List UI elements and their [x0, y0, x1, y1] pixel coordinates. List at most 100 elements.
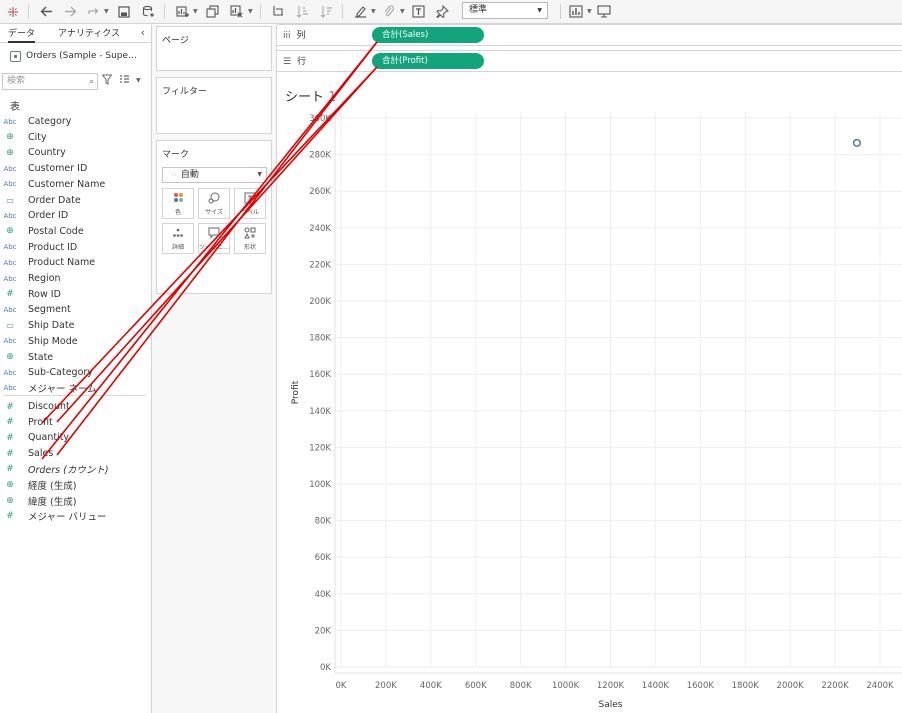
dimension-field[interactable]: Abc Category	[0, 114, 150, 129]
new-sheet-icon[interactable]	[174, 3, 190, 20]
rows-shelf[interactable]: ☰ 行 合計(Profit)	[277, 50, 902, 72]
x-tick-label: 2400K	[866, 681, 894, 691]
marks-detail-button[interactable]: 詳細	[162, 223, 194, 254]
y-tick-label: 160K	[309, 370, 331, 380]
mark-type-value: 自動	[180, 170, 199, 180]
view-options-icon[interactable]	[119, 74, 130, 87]
string-type-icon: Abc	[3, 305, 17, 314]
dimension-field[interactable]: # Row ID	[0, 287, 150, 302]
y-tick-label: 240K	[309, 224, 331, 234]
dimension-field[interactable]: ⊕ Postal Code	[0, 224, 150, 239]
filters-card[interactable]: フィルター	[156, 77, 272, 134]
measure-field[interactable]: # Profit	[0, 415, 150, 430]
cards-pane: ページ フィルター マーク ⁘ 自動 ▼ 色 サイズ ラベル 詳細 ツールヒ… …	[152, 25, 277, 713]
measure-field[interactable]: # Quantity	[0, 430, 150, 445]
dimension-field[interactable]: Abc Product ID	[0, 240, 150, 255]
dimension-field[interactable]: Abc Sub-Category	[0, 365, 150, 380]
dimension-field[interactable]: ⊕ State	[0, 350, 150, 365]
collapse-pane-icon[interactable]: ‹	[141, 26, 145, 39]
measure-field[interactable]: # Sales	[0, 446, 150, 461]
field-name: Segment	[28, 304, 71, 316]
y-tick-label: 60K	[315, 553, 332, 563]
field-name: Product Name	[28, 257, 96, 269]
y-axis-title[interactable]: Profit	[291, 380, 301, 404]
dimension-field[interactable]: Abc Segment	[0, 302, 150, 317]
clear-sheet-icon[interactable]	[228, 3, 244, 20]
field-name: 緯度 (生成)	[28, 496, 77, 508]
search-icon: ⌕	[88, 77, 94, 87]
label-icon[interactable]	[410, 3, 426, 20]
dimension-field[interactable]: Abc Region	[0, 271, 150, 286]
datasource-item[interactable]: Orders (Sample - Supe…	[0, 47, 152, 65]
columns-shelf[interactable]: iii 列 合計(Sales)	[277, 24, 902, 46]
marks-card: マーク ⁘ 自動 ▼ 色 サイズ ラベル 詳細 ツールヒ… 形状	[156, 140, 272, 294]
search-placeholder: 検索	[7, 76, 26, 86]
fit-select[interactable]: 標準 ▼	[462, 2, 548, 19]
field-name: メジャー バリュー	[28, 512, 107, 524]
columns-pill-sales[interactable]: 合計(Sales)	[372, 27, 484, 43]
marks-tooltip-button[interactable]: ツールヒ…	[198, 223, 230, 254]
dimension-field[interactable]: ▭ Order Date	[0, 193, 150, 208]
mark-type-select[interactable]: ⁘ 自動 ▼	[162, 167, 267, 183]
measure-field[interactable]: ⊕ 経度 (生成)	[0, 478, 150, 493]
search-row: 検索 ⌕ ▼	[2, 73, 150, 90]
dimension-field[interactable]: Abc Order ID	[0, 208, 150, 223]
dimension-field[interactable]: Abc Product Name	[0, 255, 150, 270]
marks-label-button[interactable]: ラベル	[234, 188, 266, 219]
marks-size-button[interactable]: サイズ	[198, 188, 230, 219]
data-point[interactable]	[852, 138, 861, 147]
redo-icon[interactable]	[62, 3, 78, 20]
measure-field[interactable]: # Orders (カウント)	[0, 462, 150, 477]
dimension-field[interactable]: Abc Ship Mode	[0, 334, 150, 349]
sort-descending-icon[interactable]	[318, 3, 334, 20]
marks-color-button[interactable]: 色	[162, 188, 194, 219]
columns-shelf-text: 列	[296, 31, 306, 41]
save-icon[interactable]	[116, 3, 132, 20]
chevron-down-icon[interactable]: ▼	[136, 77, 141, 84]
columns-icon: iii	[283, 31, 291, 41]
search-input[interactable]: 検索 ⌕	[2, 73, 98, 90]
dimension-field[interactable]: ⊕ City	[0, 130, 150, 145]
geo-type-icon: ⊕	[6, 480, 14, 490]
measure-field[interactable]: ⊕ 緯度 (生成)	[0, 493, 150, 508]
measure-field[interactable]: # Discount	[0, 399, 150, 414]
duplicate-icon[interactable]	[204, 3, 220, 20]
presentation-icon[interactable]	[596, 3, 612, 20]
group-icon[interactable]	[380, 3, 396, 20]
dimension-field[interactable]: Abc Customer Name	[0, 177, 150, 192]
y-tick-label: 100K	[309, 480, 331, 490]
x-tick-label: 800K	[510, 681, 532, 691]
rows-pill-profit[interactable]: 合計(Profit)	[372, 53, 484, 69]
field-name: State	[28, 351, 54, 363]
marks-shape-button[interactable]: 形状	[234, 223, 266, 254]
dimension-field[interactable]: Abc メジャー ネーム	[0, 381, 150, 396]
field-name: Customer ID	[28, 163, 88, 175]
y-tick-label: 200K	[309, 297, 331, 307]
dimension-field[interactable]: ⊕ Country	[0, 145, 150, 160]
x-axis-title[interactable]: Sales	[599, 700, 623, 710]
dimension-field[interactable]: ▭ Ship Date	[0, 318, 150, 333]
sort-ascending-icon[interactable]	[294, 3, 310, 20]
replay-icon[interactable]	[86, 3, 102, 20]
measure-field[interactable]: # メジャー バリュー	[0, 509, 150, 524]
field-name: Row ID	[28, 288, 61, 300]
tableau-logo-icon[interactable]	[6, 3, 20, 20]
tab-data[interactable]: データ	[8, 25, 36, 43]
datasource-icon	[10, 50, 21, 62]
pin-icon[interactable]	[434, 3, 450, 20]
y-tick-label: 180K	[309, 334, 331, 344]
filter-icon[interactable]	[101, 74, 113, 88]
pages-card[interactable]: ページ	[156, 26, 272, 71]
new-datasource-icon[interactable]	[140, 3, 156, 20]
highlight-icon[interactable]	[352, 3, 368, 20]
dimension-field[interactable]: Abc Customer ID	[0, 161, 150, 176]
swap-axes-icon[interactable]	[270, 3, 286, 20]
show-me-icon[interactable]	[568, 3, 584, 20]
string-type-icon: Abc	[3, 258, 17, 267]
dimension-measure-divider	[4, 395, 146, 396]
geo-type-icon: ⊕	[6, 495, 14, 506]
scatter-chart[interactable]: 0K 200K 400K 600K 800K 1000K 1200K 1400K 1600K 18…	[277, 76, 902, 713]
undo-icon[interactable]	[38, 3, 54, 20]
color-icon	[173, 192, 184, 205]
tab-analytics[interactable]: アナリティクス	[58, 25, 120, 43]
